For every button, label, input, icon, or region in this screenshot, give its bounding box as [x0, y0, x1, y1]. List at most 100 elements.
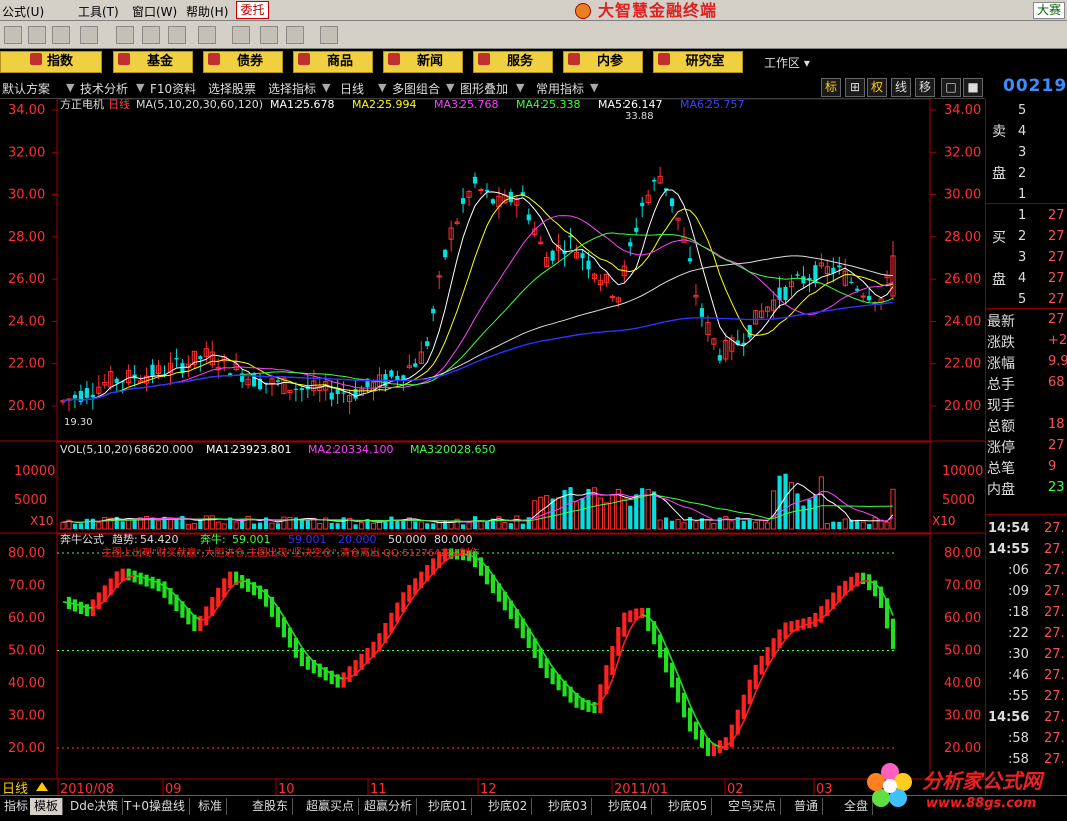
broadcast-icon[interactable] — [80, 26, 98, 44]
x-label: 10 — [278, 782, 295, 795]
volume-bar — [472, 516, 478, 529]
tab-multi-chart[interactable]: 多图组合 — [392, 80, 440, 97]
volume-bar — [389, 516, 394, 529]
triangle-up-icon[interactable] — [36, 782, 48, 791]
news-icon — [388, 53, 400, 65]
volume-bar — [132, 519, 137, 529]
osc-bar — [72, 599, 78, 612]
vol-ma-value: 20334.100 — [334, 443, 394, 456]
dropdown-arrow-icon[interactable]: ▼ — [446, 81, 454, 94]
buy-level: 3 — [1018, 250, 1027, 265]
binoculars-icon[interactable] — [52, 26, 70, 44]
tab-technical[interactable]: 技术分析 — [80, 80, 128, 97]
volume-bar — [72, 523, 78, 529]
osc-tick-left: 60.00 — [8, 611, 45, 626]
stock-code: 002196 — [1003, 76, 1067, 96]
blue-circle-icon[interactable] — [198, 26, 216, 44]
osc-bar — [813, 612, 818, 627]
tab-f10[interactable]: F10资料 — [150, 80, 196, 97]
tick-price: 27. — [1044, 521, 1065, 536]
workspace-menu[interactable]: 工作区 ▾ — [764, 54, 810, 71]
window-icon[interactable] — [260, 26, 278, 44]
buy-label-2: 盘 — [992, 272, 1006, 288]
volume-bar — [855, 520, 860, 529]
diamond-icon[interactable] — [142, 26, 160, 44]
bottom-tab[interactable]: Dde决策 — [66, 798, 124, 815]
sell-level: 2 — [1018, 166, 1027, 181]
red-circle-icon[interactable] — [168, 26, 186, 44]
buy-level: 5 — [1018, 292, 1027, 307]
price-tick-right: 26.00 — [944, 272, 981, 287]
bottom-tab[interactable]: T+0操盘线 — [120, 798, 191, 815]
tick-time: :58 — [1008, 731, 1029, 746]
osc-bar — [341, 672, 346, 688]
volume-bar — [466, 521, 472, 530]
stat-value: 9.9 — [1048, 354, 1067, 369]
volume-bar — [245, 515, 251, 530]
restore-button[interactable]: □ — [941, 78, 961, 97]
line-button[interactable]: 线 — [891, 78, 911, 97]
mail-icon[interactable] — [116, 26, 134, 44]
grid-icon[interactable] — [28, 26, 46, 44]
volume-bar — [203, 515, 209, 530]
bottom-tab[interactable]: 超赢买点 — [302, 798, 360, 815]
bottom-tab[interactable]: 模板 — [30, 798, 64, 815]
tab-select-indicator[interactable]: 选择指标 — [268, 80, 316, 97]
osc-bar — [598, 684, 603, 714]
bottom-tab[interactable]: 抄底04 — [604, 798, 653, 815]
help-cursor-icon[interactable] — [320, 26, 338, 44]
trade-badge[interactable]: 委托 — [236, 1, 269, 19]
books-icon[interactable] — [286, 26, 304, 44]
chart-canvas[interactable]: 34.00 32.00 30.00 28.00 26.00 24.00 22.00 20.00… — [0, 99, 985, 795]
high-price-label: 33.88 — [625, 111, 654, 122]
dropdown-arrow-icon[interactable]: ▼ — [590, 81, 598, 94]
maximize-button[interactable]: ■ — [963, 78, 983, 97]
volume-bar — [687, 517, 693, 529]
volume-bar — [837, 521, 842, 529]
dropdown-arrow-icon[interactable]: ▼ — [516, 81, 524, 94]
dropdown-arrow-icon[interactable]: ▼ — [378, 81, 386, 94]
sell-level: 4 — [1018, 124, 1027, 139]
bottom-tab[interactable]: 查股东 — [248, 798, 294, 815]
quote-panel: 卖 盘 5 4 3 2 1 买 盘 1 2 3 4 5 27 27 27 27 … — [985, 99, 1067, 795]
bottom-tab[interactable]: 超赢分析 — [360, 798, 418, 815]
candle-body — [84, 388, 89, 398]
vol-tick-right: 5000 — [942, 493, 975, 508]
tab-select-stock[interactable]: 选择股票 — [208, 80, 256, 97]
bottom-tab[interactable]: 抄底03 — [544, 798, 593, 815]
move-button[interactable]: 移 — [915, 78, 935, 97]
crosshair-button[interactable]: ⊞ — [845, 78, 865, 97]
bottom-tab[interactable]: 普通 — [790, 798, 824, 815]
tick-price: 27. — [1044, 731, 1065, 746]
bottom-tab[interactable]: 指标 — [0, 798, 34, 815]
menu-tools[interactable]: 工具(T) — [78, 3, 119, 20]
bottom-tab[interactable]: 抄底05 — [664, 798, 713, 815]
tab-daily[interactable]: 日线 — [340, 80, 364, 97]
rights-button[interactable]: 权 — [867, 78, 887, 97]
candle-body — [652, 179, 657, 182]
tab-default-scheme[interactable]: 默认方案 — [2, 80, 50, 97]
menu-help[interactable]: 帮助(H) — [186, 3, 228, 20]
bottom-tab[interactable]: 抄底02 — [484, 798, 533, 815]
print-icon[interactable] — [232, 26, 250, 44]
contest-badge[interactable]: 大赛 — [1033, 2, 1065, 19]
bottom-tab[interactable]: 抄底01 — [424, 798, 473, 815]
buy-label-1: 买 — [992, 230, 1006, 246]
vol-unit-right: X10 — [932, 514, 956, 528]
tab-overlay[interactable]: 图形叠加 — [460, 80, 508, 97]
menu-formula[interactable]: 公式(U) — [2, 3, 44, 20]
home-icon[interactable] — [4, 26, 22, 44]
price-tick-right: 34.00 — [944, 103, 981, 118]
buy-level: 2 — [1018, 229, 1027, 244]
dropdown-arrow-icon[interactable]: ▼ — [136, 81, 144, 94]
nav-index-button[interactable]: 指数 — [0, 51, 102, 73]
menu-window[interactable]: 窗口(W) — [132, 3, 177, 20]
tab-common-indicators[interactable]: 常用指标 — [536, 80, 584, 97]
menu-bar: 公式(U) 工具(T) 窗口(W) 帮助(H) 委托 大智慧金融终端 大赛 — [0, 0, 1067, 21]
dropdown-arrow-icon[interactable]: ▼ — [322, 81, 330, 94]
bottom-tab[interactable]: 标准 — [194, 798, 228, 815]
osc-bar — [592, 702, 597, 714]
mark-button[interactable]: 标 — [821, 78, 841, 97]
bottom-tab[interactable]: 空鸟买点 — [724, 798, 782, 815]
dropdown-arrow-icon[interactable]: ▼ — [66, 81, 74, 94]
